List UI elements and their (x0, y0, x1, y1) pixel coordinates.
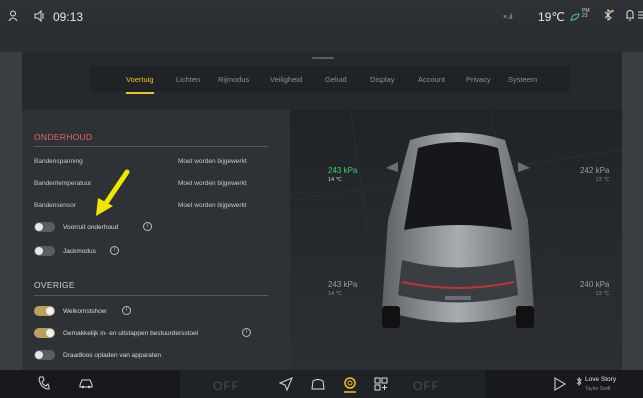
row-bandentemperatuur-value: Moet worden bijgewerkt (178, 180, 247, 187)
settings-tabs: Voertuig Lichten Rijmodus Veiligheid Gel… (90, 66, 570, 94)
car-settings-icon[interactable] (78, 377, 94, 392)
settings-list: ONDERHOUD Bandenspanning Moet worden bij… (22, 110, 290, 370)
phone-icon[interactable] (38, 376, 50, 393)
media-artist: Taylor Swift (585, 386, 611, 392)
toggle-knob (35, 247, 43, 255)
tab-display[interactable]: Display (370, 75, 395, 84)
aqi-readout: PM 23 (582, 9, 590, 19)
voorruit-onderhoud-label: Voorruit onderhoud (63, 224, 119, 231)
tab-geluid[interactable]: Geluid (325, 75, 347, 84)
divider (34, 295, 268, 296)
draadloos-opladen-label: Draadloos opladen van apparaten (63, 352, 161, 359)
vehicle-view: 243 kPa 14 ℃ 242 kPa 13 ℃ 243 kPa 14 ℃ 2… (290, 110, 622, 370)
tire-rear-right-temp: 13 ℃ (595, 291, 610, 297)
bluetooth-icon[interactable] (602, 9, 614, 24)
row-bandentemperatuur-label: Bandentemperatuur (34, 180, 92, 187)
info-icon[interactable]: i (122, 306, 131, 315)
instap-stoel-toggle[interactable] (34, 328, 55, 338)
info-icon[interactable]: i (242, 328, 251, 337)
annotation-arrow (96, 169, 130, 216)
row-bandensensor-label: Bandensensor (34, 202, 76, 209)
toggle-knob (46, 329, 54, 337)
tire-rear-left: 243 kPa 14 ℃ (328, 280, 357, 297)
volume-icon[interactable] (34, 9, 46, 25)
bluetooth-icon (576, 377, 582, 388)
panel-header (0, 34, 643, 52)
fan-icon[interactable] (637, 9, 643, 24)
instap-stoel-label: Gemakkelijk in- en uitstappen bestuurder… (63, 330, 199, 337)
right-climate-off[interactable]: OFF (413, 379, 440, 393)
row-bandenspanning-label: Bandenspanning (34, 158, 83, 165)
settings-icon[interactable] (342, 375, 358, 396)
bell-icon[interactable] (625, 9, 635, 24)
toggle-knob (35, 223, 43, 231)
tire-front-right-pressure: 242 kPa (580, 166, 610, 175)
navigation-icon[interactable] (278, 377, 293, 394)
tab-systeem[interactable]: Systeem (508, 75, 537, 84)
section-onderhoud-title: ONDERHOUD (34, 132, 93, 142)
row-bandensensor-value: Moet worden bijgewerkt (178, 202, 247, 209)
drag-handle[interactable] (312, 57, 334, 59)
apps-icon[interactable] (374, 377, 388, 394)
welkomstshow-label: Welkomstshow (63, 308, 107, 315)
clock: 09:13 (53, 10, 84, 24)
toggle-knob (35, 351, 43, 359)
signal-icon: ×.ıl (503, 14, 513, 21)
tab-account[interactable]: Account (418, 75, 445, 84)
jackmodus-toggle[interactable] (34, 246, 55, 256)
welkomstshow-toggle[interactable] (34, 306, 55, 316)
tire-front-left-temp: 14 ℃ (328, 177, 342, 183)
air-quality-icon (570, 11, 580, 25)
info-icon[interactable]: i (143, 222, 152, 231)
tire-rear-left-temp: 14 ℃ (328, 291, 342, 297)
tire-rear-left-pressure: 243 kPa (328, 280, 358, 289)
tab-privacy[interactable]: Privacy (466, 75, 491, 84)
row-bandenspanning-value: Moet worden bijgewerkt (178, 158, 247, 165)
temperature: 19℃ (538, 10, 565, 24)
status-bar: 09:13 ×.ıl 19℃ PM 23 (0, 0, 643, 34)
tab-veiligheid[interactable]: Veiligheid (270, 75, 302, 84)
tire-rear-right: 240 kPa 13 ℃ (580, 280, 609, 297)
tire-front-left: 243 kPa 14 ℃ (328, 166, 357, 183)
draadloos-opladen-toggle[interactable] (34, 350, 55, 360)
left-climate-off[interactable]: OFF (213, 379, 240, 393)
vehicle-icon[interactable] (310, 377, 326, 394)
tab-lichten[interactable]: Lichten (176, 75, 200, 84)
voorruit-onderhoud-toggle[interactable] (34, 222, 55, 232)
toggle-knob (46, 307, 54, 315)
aqi-value: 23 (582, 13, 588, 19)
section-overige-title: OVERIGE (34, 280, 75, 290)
tab-rijmodus[interactable]: Rijmodus (218, 75, 249, 84)
user-icon[interactable] (8, 10, 18, 25)
tire-front-right-temp: 13 ℃ (595, 177, 610, 183)
play-icon[interactable] (554, 377, 566, 394)
tire-rear-right-pressure: 240 kPa (580, 280, 610, 289)
tire-front-right: 242 kPa 13 ℃ (580, 166, 609, 183)
car-illustration (290, 110, 622, 370)
tire-front-left-pressure: 243 kPa (328, 166, 358, 175)
media-title[interactable]: Love Story (585, 376, 616, 383)
divider (34, 146, 268, 147)
info-icon[interactable]: i (110, 246, 119, 255)
jackmodus-label: Jackmodus (63, 248, 96, 255)
tab-voertuig[interactable]: Voertuig (126, 75, 154, 94)
